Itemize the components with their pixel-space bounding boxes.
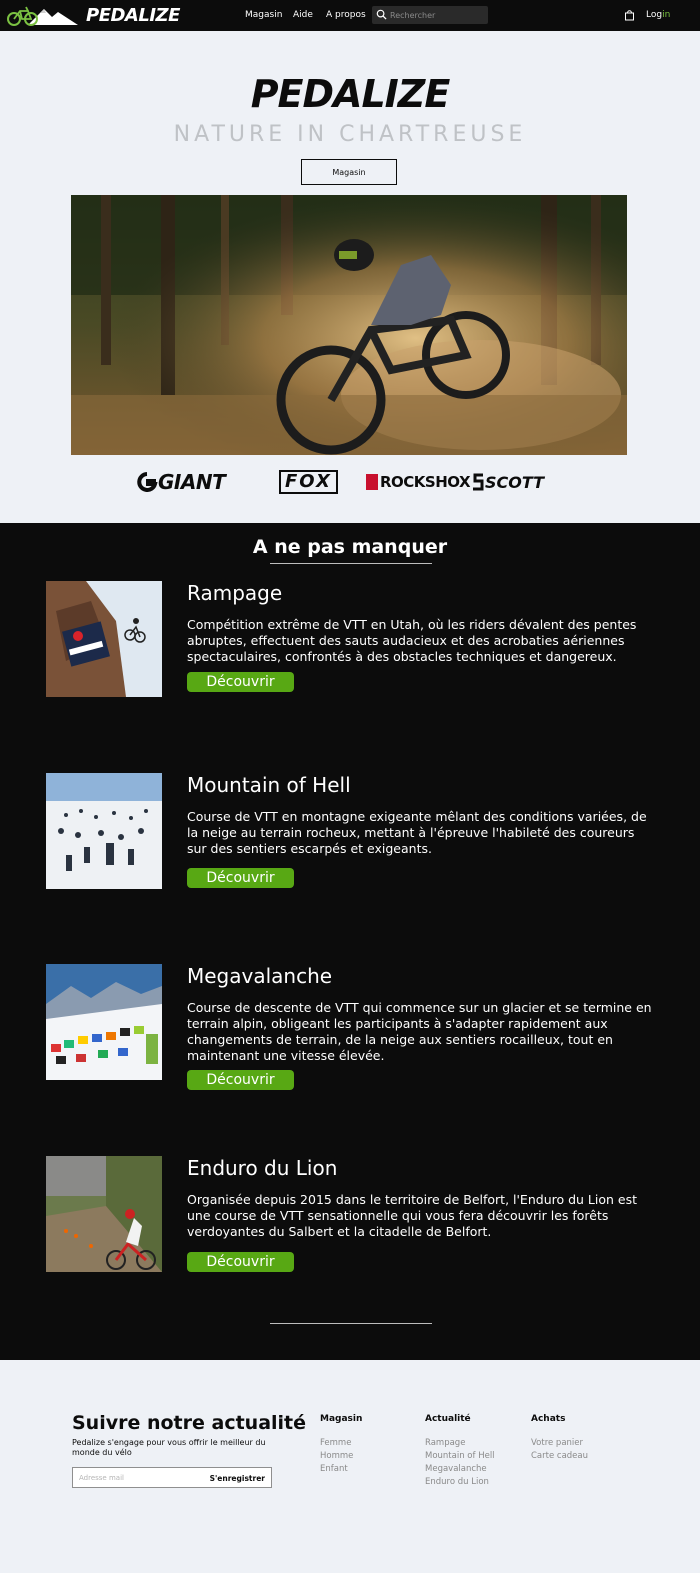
rockshox-logo-text: ROCKSHOX (380, 473, 471, 491)
events-section-title: A ne pas manquer (252, 536, 448, 558)
nav-link-aide[interactable]: Aide (293, 10, 313, 20)
rockshox-mark-icon (366, 474, 378, 490)
giant-logo[interactable]: GIANT (136, 468, 226, 496)
hero-subtitle: NATURE IN CHARTREUSE (173, 122, 527, 147)
scott-mark-icon (473, 473, 484, 491)
newsletter-subtitle: Pedalize s'engage pour vous offrir le me… (72, 1438, 266, 1457)
top-navbar: PEDALIZE Magasin Aide A propos Login (0, 0, 700, 31)
hero-title: PEDALIZE (250, 72, 451, 116)
shopping-bag-icon[interactable] (624, 9, 635, 21)
login-text: Log (646, 10, 663, 20)
event-description: Organisée depuis 2015 dans le territoire… (187, 1192, 638, 1239)
footer-column-magasin: Magasin Femme Homme Enfant (320, 1414, 362, 1476)
newsletter-form: S'enregistrer (72, 1467, 272, 1488)
newsletter-title: Suivre notre actualité (72, 1412, 307, 1434)
footer-link-enduro-du-lion[interactable]: Enduro du Lion (425, 1476, 495, 1489)
nav-link-a-propos[interactable]: A propos (326, 10, 366, 20)
footer-link-carte-cadeau[interactable]: Carte cadeau (531, 1450, 588, 1463)
brand-logos-row: GIANT FOX ROCKSHOX SCOTT (0, 468, 700, 496)
login-accent-text: in (662, 10, 671, 20)
rockshox-logo[interactable]: ROCKSHOX (366, 468, 471, 496)
nav-link-magasin[interactable]: Magasin (245, 10, 282, 20)
register-button[interactable]: S'enregistrer (210, 1471, 265, 1485)
footer: Suivre notre actualité Pedalize s'engage… (0, 1360, 700, 1573)
giant-mark-icon (137, 472, 158, 492)
scott-logo-text: SCOTT (485, 472, 545, 492)
footer-link-megavalanche[interactable]: Megavalanche (425, 1463, 495, 1476)
section-title-underline (270, 563, 432, 564)
footer-column-title: Magasin (320, 1414, 363, 1424)
footer-link-homme[interactable]: Homme (320, 1450, 362, 1463)
footer-column-actualite: Actualité Rampage Mountain of Hell Megav… (425, 1414, 495, 1489)
footer-column-title: Achats (531, 1414, 566, 1424)
email-field[interactable] (79, 1471, 209, 1485)
section-bottom-divider (270, 1323, 432, 1324)
event-description: Course de VTT en montagne exigeante mêla… (187, 809, 647, 856)
footer-column-title: Actualité (425, 1414, 471, 1424)
fox-logo-text: FOX (279, 470, 338, 494)
shop-button[interactable]: Magasin (301, 159, 397, 185)
footer-link-mountain-of-hell[interactable]: Mountain of Hell (425, 1450, 495, 1463)
footer-link-votre-panier[interactable]: Votre panier (531, 1437, 588, 1450)
navbar-brand[interactable]: PEDALIZE (86, 5, 180, 26)
footer-link-enfant[interactable]: Enfant (320, 1463, 362, 1476)
event-description: Course de descente de VTT qui commence s… (187, 1000, 652, 1063)
hero-section: PEDALIZE NATURE IN CHARTREUSE Magasin GI… (0, 31, 700, 523)
event-thumbnail (46, 773, 162, 889)
login-link[interactable]: Login (646, 10, 670, 20)
event-description: Compétition extrême de VTT en Utah, où l… (187, 617, 637, 664)
discover-button[interactable]: Découvrir (187, 672, 294, 692)
event-title: Mountain of Hell (187, 773, 351, 797)
discover-button[interactable]: Découvrir (187, 1070, 294, 1090)
footer-link-femme[interactable]: Femme (320, 1437, 362, 1450)
footer-link-rampage[interactable]: Rampage (425, 1437, 495, 1450)
event-title: Rampage (187, 581, 283, 605)
search-box (372, 6, 488, 24)
giant-logo-text: GIANT (158, 470, 226, 494)
footer-column-achats: Achats Votre panier Carte cadeau (531, 1414, 588, 1463)
event-thumbnail (46, 964, 162, 1080)
event-title: Megavalanche (187, 964, 333, 988)
event-thumbnail (46, 581, 162, 697)
scott-logo[interactable]: SCOTT (471, 468, 544, 496)
fox-logo[interactable]: FOX (279, 468, 338, 496)
bike-mountain-logo-icon[interactable] (6, 3, 78, 28)
discover-button[interactable]: Découvrir (187, 1252, 294, 1272)
event-title: Enduro du Lion (187, 1156, 338, 1180)
search-icon (376, 9, 387, 20)
search-input[interactable] (390, 8, 484, 22)
events-section: A ne pas manquer Rampage Compétition ext… (0, 523, 700, 1360)
event-thumbnail (46, 1156, 162, 1272)
discover-button[interactable]: Découvrir (187, 868, 294, 888)
hero-bike-photo (71, 195, 627, 455)
